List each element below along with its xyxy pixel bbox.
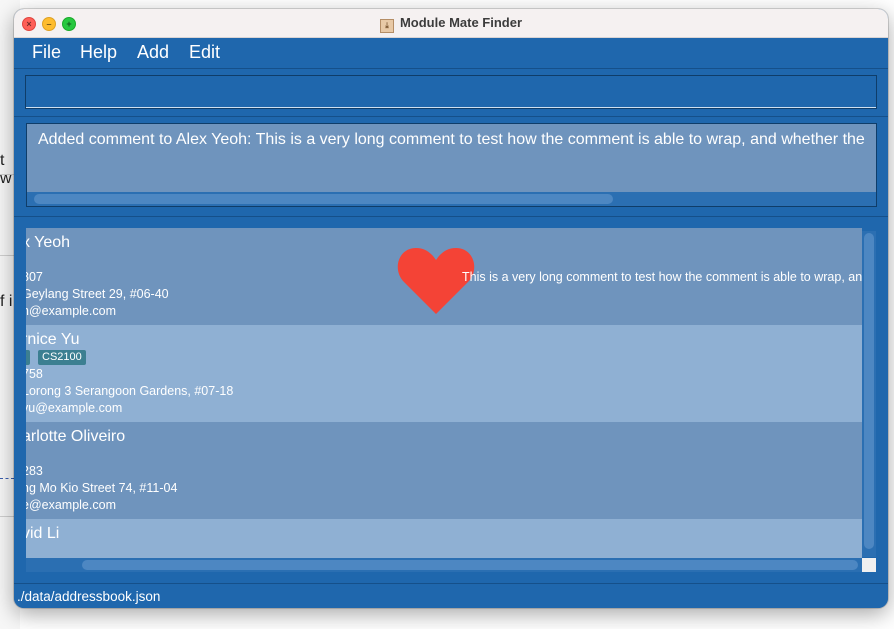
result-scroll-thumb[interactable]	[34, 194, 613, 204]
person-address: ng Mo Kio Street 74, #11-04	[26, 481, 178, 495]
person-address: Geylang Street 29, #06-40	[26, 287, 169, 301]
menu-divider	[14, 68, 888, 69]
app-window: × – + ⤓ Module Mate Finder File Help Add …	[14, 9, 888, 608]
scrollbar-corner	[862, 558, 876, 572]
command-input[interactable]	[26, 76, 876, 108]
list-vertical-scroll-thumb[interactable]	[864, 233, 874, 549]
person-card[interactable]: vid Li	[26, 519, 862, 558]
command-divider	[14, 116, 888, 117]
menu-help[interactable]: Help	[80, 42, 117, 63]
list-horizontal-scrollbar[interactable]	[26, 558, 862, 572]
menu-add[interactable]: Add	[137, 42, 169, 63]
person-email: h@example.com	[26, 304, 116, 318]
person-card[interactable]: x Yeoh 807 Geylang Street 29, #06-40 h@e…	[26, 228, 862, 325]
window-title: Module Mate Finder	[399, 15, 523, 30]
result-message: Added comment to Alex Yeoh: This is a ve…	[38, 131, 865, 148]
person-card[interactable]: rnice Yu 0 CS2100 758 Lorong 3 Serangoon…	[26, 325, 862, 422]
person-email: yu@example.com	[26, 401, 123, 415]
menu-bar: File Help Add Edit	[14, 38, 888, 68]
person-card[interactable]: arlotte Oliveiro 283 ng Mo Kio Street 74…	[26, 422, 862, 519]
person-name: rnice Yu	[26, 331, 80, 348]
list-vertical-scrollbar[interactable]	[862, 231, 876, 557]
background-dashed-line	[0, 478, 14, 479]
person-phone: 758	[26, 367, 43, 381]
background-divider	[0, 174, 14, 175]
person-address: Lorong 3 Serangoon Gardens, #07-18	[26, 384, 234, 398]
result-horizontal-scrollbar[interactable]	[27, 192, 876, 206]
command-box[interactable]	[25, 75, 877, 109]
person-list[interactable]: x Yeoh 807 Geylang Street 29, #06-40 h@e…	[26, 228, 876, 558]
list-horizontal-scroll-thumb[interactable]	[82, 560, 858, 570]
person-comment: This is a very long comment to test how …	[462, 270, 862, 284]
result-display[interactable]: Added comment to Alex Yeoh: This is a ve…	[26, 123, 877, 207]
module-tag: 0	[26, 350, 31, 365]
person-email: e@example.com	[26, 498, 116, 512]
person-name: arlotte Oliveiro	[26, 428, 126, 445]
window-title-area: ⤓ Module Mate Finder	[14, 15, 888, 33]
menu-edit[interactable]: Edit	[189, 42, 220, 63]
person-phone: 807	[26, 270, 43, 284]
title-bar: × – + ⤓ Module Mate Finder	[14, 9, 888, 38]
status-bar: ./data/addressbook.json	[14, 583, 888, 608]
background-divider	[0, 516, 14, 517]
person-name: x Yeoh	[26, 234, 71, 251]
person-name: vid Li	[26, 525, 60, 542]
result-divider	[14, 216, 888, 217]
person-phone: 283	[26, 464, 43, 478]
menu-file[interactable]: File	[32, 42, 61, 63]
data-file-path: ./data/addressbook.json	[17, 589, 161, 604]
module-tag: CS2100	[38, 350, 86, 365]
background-text-fragment: f i	[0, 293, 13, 310]
app-icon: ⤓	[379, 19, 394, 33]
background-divider	[0, 255, 14, 256]
